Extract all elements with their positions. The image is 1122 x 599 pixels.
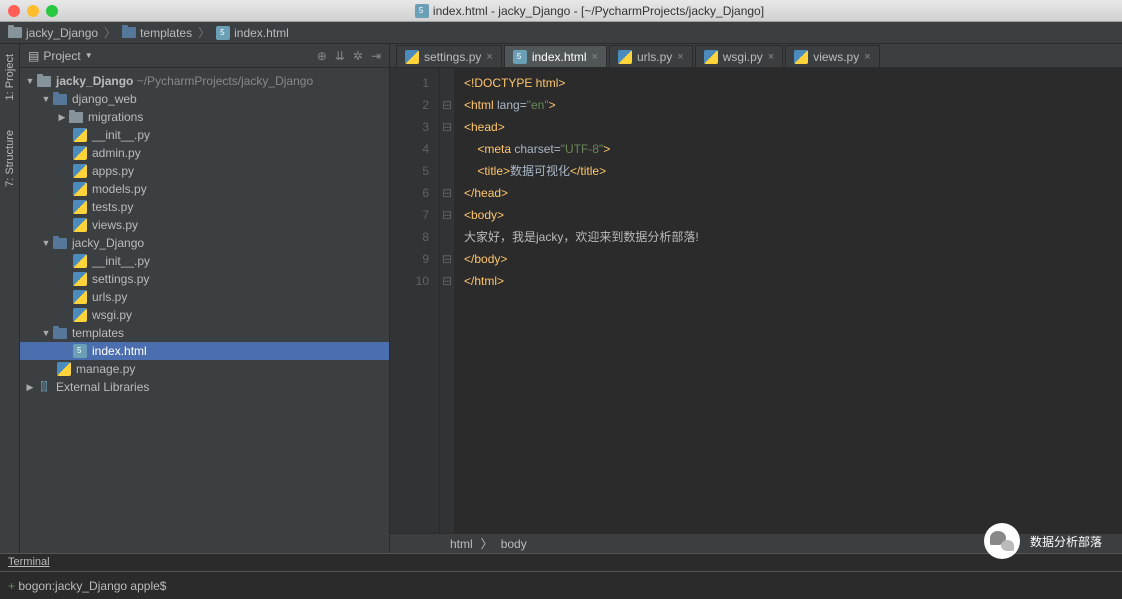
terminal-prompt[interactable]: + bogon:jacky_Django apple$ — [0, 572, 1122, 598]
tree-file[interactable]: manage.py — [20, 360, 389, 378]
tree-file[interactable]: __init__.py — [20, 252, 389, 270]
structure-tool-tab[interactable]: 7: Structure — [4, 130, 16, 187]
breadcrumb-tag[interactable]: body — [501, 537, 527, 551]
window-title: index.html - jacky_Django - [~/PycharmPr… — [65, 4, 1114, 18]
breadcrumb-separator: 〉 — [198, 24, 210, 41]
line-number-gutter: 12345678910 — [390, 68, 440, 533]
fold-gutter[interactable]: ⊟⊟⊟⊟⊟⊟ — [440, 68, 454, 533]
tree-folder[interactable]: ▶migrations — [20, 108, 389, 126]
tree-external-libraries[interactable]: ▶⫿⫿External Libraries — [20, 378, 389, 396]
html-file-icon — [73, 344, 87, 358]
editor-tab[interactable]: settings.py× — [396, 45, 502, 67]
code-content[interactable]: <!DOCTYPE html> <html lang="en"> <head> … — [454, 68, 1122, 533]
tree-file[interactable]: wsgi.py — [20, 306, 389, 324]
tree-folder[interactable]: ▼templates — [20, 324, 389, 342]
python-file-icon — [57, 362, 71, 376]
editor-tab[interactable]: urls.py× — [609, 45, 693, 67]
tree-file[interactable]: models.py — [20, 180, 389, 198]
dropdown-icon[interactable]: ▼ — [85, 51, 93, 60]
tree-file[interactable]: __init__.py — [20, 126, 389, 144]
breadcrumb-item[interactable]: jacky_Django — [8, 26, 98, 40]
folder-icon — [53, 238, 67, 249]
project-tree: ▼jacky_Django ~/PycharmProjects/jacky_Dj… — [20, 68, 389, 553]
editor-tab[interactable]: views.py× — [785, 45, 879, 67]
tool-window-bar: 1: Project 7: Structure — [0, 44, 20, 553]
minimize-window-button[interactable] — [27, 5, 39, 17]
python-file-icon — [73, 182, 87, 196]
breadcrumb-separator: 〉 — [104, 24, 116, 41]
settings-icon[interactable]: ✲ — [353, 49, 363, 63]
watermark: 数据分析部落 — [984, 523, 1102, 559]
python-file-icon — [73, 128, 87, 142]
terminal-tab[interactable]: Terminal — [0, 554, 1122, 572]
close-tab-icon[interactable]: × — [864, 51, 870, 63]
folder-icon — [122, 27, 136, 38]
editor-tab-active[interactable]: index.html× — [504, 45, 607, 67]
terminal-panel: Terminal + bogon:jacky_Django apple$ — [0, 553, 1122, 599]
editor-pane: settings.py× index.html× urls.py× wsgi.p… — [390, 44, 1122, 553]
editor-tabs: settings.py× index.html× urls.py× wsgi.p… — [390, 44, 1122, 68]
folder-icon — [53, 328, 67, 339]
python-file-icon — [794, 50, 808, 64]
python-file-icon — [73, 308, 87, 322]
scroll-from-source-icon[interactable]: ⊕ — [317, 49, 327, 63]
close-tab-icon[interactable]: × — [592, 51, 598, 63]
project-sidebar: ▤ Project ▼ ⊕ ⇊ ✲ ⇥ ▼jacky_Django ~/Pych… — [20, 44, 390, 553]
titlebar: index.html - jacky_Django - [~/PycharmPr… — [0, 0, 1122, 22]
python-file-icon — [73, 218, 87, 232]
python-file-icon — [73, 164, 87, 178]
wechat-icon — [984, 523, 1020, 559]
python-file-icon — [405, 50, 419, 64]
hide-icon[interactable]: ⇥ — [371, 49, 381, 63]
collapse-all-icon[interactable]: ⇊ — [335, 49, 345, 63]
zoom-window-button[interactable] — [46, 5, 58, 17]
tree-root[interactable]: ▼jacky_Django ~/PycharmProjects/jacky_Dj… — [20, 72, 389, 90]
python-file-icon — [73, 290, 87, 304]
python-file-icon — [73, 272, 87, 286]
close-tab-icon[interactable]: × — [768, 51, 774, 63]
tree-file[interactable]: apps.py — [20, 162, 389, 180]
editor-tab[interactable]: wsgi.py× — [695, 45, 783, 67]
tree-file-selected[interactable]: index.html — [20, 342, 389, 360]
python-file-icon — [704, 50, 718, 64]
code-editor[interactable]: 12345678910 ⊟⊟⊟⊟⊟⊟ <!DOCTYPE html> <html… — [390, 68, 1122, 533]
sidebar-title[interactable]: Project — [43, 49, 80, 63]
tree-file[interactable]: tests.py — [20, 198, 389, 216]
tree-folder[interactable]: ▼django_web — [20, 90, 389, 108]
close-tab-icon[interactable]: × — [486, 51, 492, 63]
tree-folder[interactable]: ▼jacky_Django — [20, 234, 389, 252]
tree-file[interactable]: admin.py — [20, 144, 389, 162]
python-file-icon — [73, 146, 87, 160]
python-file-icon — [618, 50, 632, 64]
project-tool-tab[interactable]: 1: Project — [4, 54, 16, 100]
sidebar-header: ▤ Project ▼ ⊕ ⇊ ✲ ⇥ — [20, 44, 389, 68]
navigation-breadcrumb: jacky_Django 〉 templates 〉 index.html — [0, 22, 1122, 44]
breadcrumb-tag[interactable]: html — [450, 537, 473, 551]
tree-file[interactable]: views.py — [20, 216, 389, 234]
tree-file[interactable]: urls.py — [20, 288, 389, 306]
html-file-icon — [513, 50, 527, 64]
folder-icon — [53, 94, 67, 105]
breadcrumb-separator: 〉 — [481, 535, 493, 552]
project-view-icon: ▤ — [28, 49, 39, 63]
close-tab-icon[interactable]: × — [677, 51, 683, 63]
html-file-icon — [216, 26, 230, 40]
breadcrumb-item[interactable]: templates — [122, 26, 192, 40]
breadcrumb-item[interactable]: index.html — [216, 26, 289, 40]
python-file-icon — [73, 200, 87, 214]
python-file-icon — [73, 254, 87, 268]
html-file-icon — [415, 4, 429, 18]
library-icon: ⫿⫿ — [36, 379, 52, 395]
folder-icon — [37, 76, 51, 87]
folder-icon — [69, 112, 83, 123]
folder-icon — [8, 27, 22, 38]
close-window-button[interactable] — [8, 5, 20, 17]
tree-file[interactable]: settings.py — [20, 270, 389, 288]
